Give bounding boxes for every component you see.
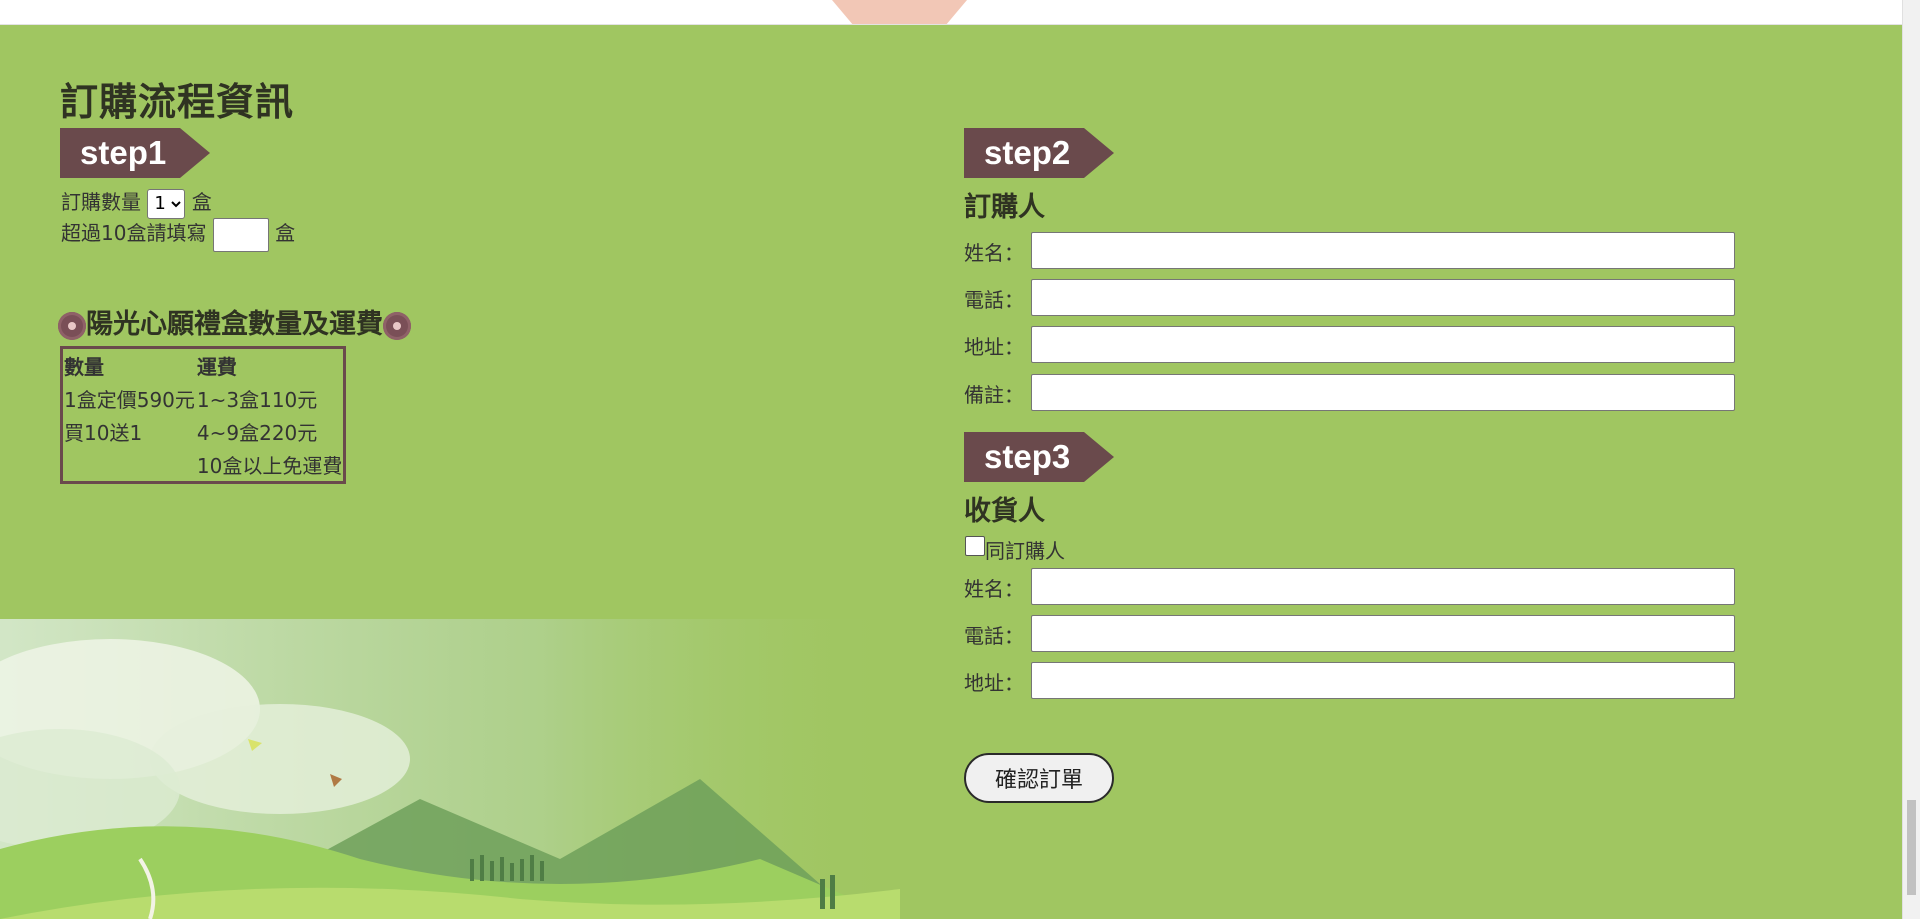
table-row: 10盒以上免運費 xyxy=(62,448,345,483)
over-ten-quantity-input[interactable] xyxy=(212,217,269,252)
table-cell: 10盒以上免運費 xyxy=(196,454,343,478)
recipient-address-label: 地址： xyxy=(964,671,1024,695)
order-section: 訂購流程資訊 step1 訂購數量 1 盒 超過10盒請填寫 盒 陽光心願禮盒數… xyxy=(0,25,1903,919)
table-cell: 1盒定價590元 xyxy=(64,388,195,412)
table-header-row: 數量 運費 xyxy=(62,348,345,383)
header-quantity: 數量 xyxy=(64,355,104,379)
orderer-note-label: 備註： xyxy=(964,383,1024,407)
page-title: 訂購流程資訊 xyxy=(60,80,295,124)
shipping-fee-table: 數量 運費 1盒定價590元 1~3盒110元 買10送1 4~9盒220元 1… xyxy=(60,346,347,484)
header-shipping: 運費 xyxy=(196,355,237,379)
price-box-title-text: 陽光心願禮盒數量及運費 xyxy=(86,309,383,340)
orderer-phone-input[interactable] xyxy=(1031,279,1735,316)
recipient-phone-input[interactable] xyxy=(1031,615,1735,652)
table-cell: 4~9盒220元 xyxy=(196,421,318,445)
step2-tag: step2 xyxy=(964,128,1114,178)
flower-icon xyxy=(383,311,411,340)
step1-tag: step1 xyxy=(60,128,210,178)
orderer-note-input[interactable] xyxy=(1031,374,1735,411)
same-as-orderer-checkbox[interactable] xyxy=(965,536,985,556)
table-cell xyxy=(62,448,196,483)
recipient-name-label: 姓名： xyxy=(964,577,1024,601)
landscape-illustration xyxy=(0,619,900,919)
quantity-row: 訂購數量 1 盒 xyxy=(61,186,212,219)
over-ten-unit: 盒 xyxy=(275,221,296,245)
page-scrollbar[interactable] xyxy=(1902,0,1920,919)
recipient-phone-label: 電話： xyxy=(964,624,1024,648)
same-as-orderer-label: 同訂購人 xyxy=(985,539,1065,563)
price-box-title: 陽光心願禮盒數量及運費 xyxy=(58,302,411,341)
recipient-name-input[interactable] xyxy=(1031,568,1735,605)
step3-tag: step3 xyxy=(964,432,1114,482)
table-row: 買10送1 4~9盒220元 xyxy=(62,415,345,448)
orderer-phone-label: 電話： xyxy=(964,288,1024,312)
orderer-name-label: 姓名： xyxy=(964,241,1024,265)
orderer-heading: 訂購人 xyxy=(964,192,1045,223)
flower-icon xyxy=(58,311,86,340)
orderer-name-input[interactable] xyxy=(1031,232,1735,269)
orderer-address-label: 地址： xyxy=(964,335,1024,359)
quantity-label: 訂購數量 xyxy=(61,190,141,214)
top-banner-strip xyxy=(0,0,1903,25)
orderer-address-input[interactable] xyxy=(1031,326,1735,363)
over-ten-label: 超過10盒請填寫 xyxy=(61,221,207,245)
quantity-select[interactable]: 1 xyxy=(147,188,186,219)
recipient-address-input[interactable] xyxy=(1031,662,1735,699)
banner-decoration xyxy=(832,0,967,24)
confirm-order-button[interactable]: 確認訂單 xyxy=(964,753,1114,803)
table-cell: 1~3盒110元 xyxy=(196,388,318,412)
table-cell: 買10送1 xyxy=(64,421,143,445)
recipient-heading: 收貨人 xyxy=(964,496,1045,527)
scrollbar-thumb[interactable] xyxy=(1907,800,1916,895)
quantity-unit: 盒 xyxy=(191,190,212,214)
over-ten-row: 超過10盒請填寫 盒 xyxy=(61,217,295,252)
table-row: 1盒定價590元 1~3盒110元 xyxy=(62,382,345,415)
